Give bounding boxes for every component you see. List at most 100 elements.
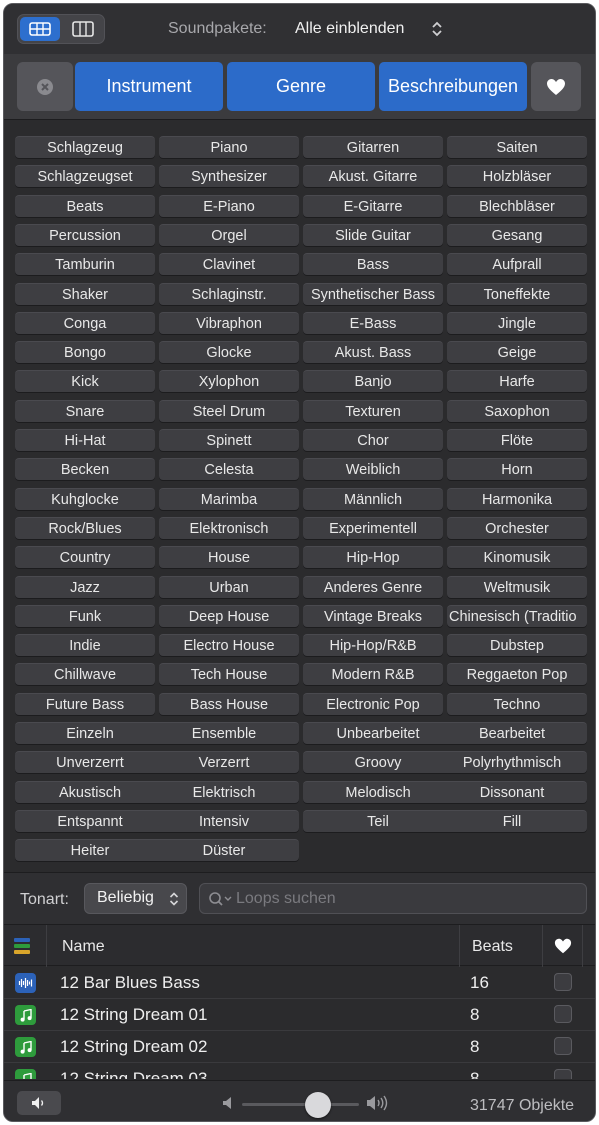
- genre-mode-button[interactable]: Genre: [227, 62, 375, 111]
- favorite-checkbox[interactable]: [554, 1005, 572, 1023]
- keyword-button[interactable]: Urban: [159, 576, 299, 598]
- keyword-button[interactable]: House: [159, 546, 299, 568]
- keyword-button[interactable]: Future Bass: [15, 693, 155, 715]
- keyword-button[interactable]: Chor: [303, 429, 443, 451]
- keyword-button[interactable]: Vintage Breaks: [303, 605, 443, 627]
- keyword-button[interactable]: Hi-Hat: [15, 429, 155, 451]
- descriptor-label[interactable]: Elektrisch: [157, 785, 291, 801]
- keyword-button[interactable]: Bass House: [159, 693, 299, 715]
- keyword-button[interactable]: Weltmusik: [447, 576, 587, 598]
- keyword-button[interactable]: Weiblich: [303, 458, 443, 480]
- keyword-button[interactable]: Holzbläser: [447, 165, 587, 187]
- browser-view-button[interactable]: [20, 17, 60, 41]
- heart-icon[interactable]: [554, 937, 572, 955]
- keyword-button[interactable]: Akust. Bass: [303, 341, 443, 363]
- descriptor-pair-button[interactable]: Entspannt Intensiv: [15, 810, 299, 832]
- keyword-button[interactable]: Tamburin: [15, 253, 155, 275]
- keyword-button[interactable]: Horn: [447, 458, 587, 480]
- descriptor-label[interactable]: Bearbeitet: [445, 726, 579, 742]
- keyword-button[interactable]: Spinett: [159, 429, 299, 451]
- keyword-button[interactable]: Tech House: [159, 663, 299, 685]
- keyword-button[interactable]: Conga: [15, 312, 155, 334]
- keyword-button[interactable]: Gesang: [447, 224, 587, 246]
- descriptor-pair-button[interactable]: Groovy Polyrhythmisch: [303, 751, 587, 773]
- keyword-button[interactable]: Elektronisch: [159, 517, 299, 539]
- keyword-button[interactable]: Jingle: [447, 312, 587, 334]
- descriptor-label[interactable]: Entspannt: [23, 814, 157, 830]
- keyword-button[interactable]: Synthesizer: [159, 165, 299, 187]
- descriptor-label[interactable]: Unbearbeitet: [311, 726, 445, 742]
- clear-filter-button[interactable]: [17, 62, 73, 111]
- loop-type-icon[interactable]: [14, 937, 30, 955]
- favorite-checkbox[interactable]: [554, 1069, 572, 1079]
- keyword-button[interactable]: Rock/Blues: [15, 517, 155, 539]
- keyword-button[interactable]: Percussion: [15, 224, 155, 246]
- list-item[interactable]: 12 String Dream 03 8: [4, 1063, 595, 1079]
- search-field[interactable]: [199, 883, 587, 914]
- descriptor-label[interactable]: Teil: [311, 814, 445, 830]
- descriptor-label[interactable]: Düster: [157, 843, 291, 859]
- keyword-button[interactable]: Techno: [447, 693, 587, 715]
- keyword-button[interactable]: Steel Drum: [159, 400, 299, 422]
- keyword-button[interactable]: Clavinet: [159, 253, 299, 275]
- keyword-button[interactable]: Orchester: [447, 517, 587, 539]
- descriptor-pair-button[interactable]: Unbearbeitet Bearbeitet: [303, 722, 587, 744]
- keyword-button[interactable]: Blechbläser: [447, 195, 587, 217]
- descriptor-label[interactable]: Dissonant: [445, 785, 579, 801]
- keyword-button[interactable]: Chillwave: [15, 663, 155, 685]
- list-item[interactable]: 12 Bar Blues Bass 16: [4, 967, 595, 999]
- key-select[interactable]: Beliebig: [84, 883, 187, 914]
- keyword-button[interactable]: Vibraphon: [159, 312, 299, 334]
- keyword-button[interactable]: Kuhglocke: [15, 488, 155, 510]
- keyword-button[interactable]: Gitarren: [303, 136, 443, 158]
- favorite-checkbox[interactable]: [554, 973, 572, 991]
- descriptor-pair-button[interactable]: Unverzerrt Verzerrt: [15, 751, 299, 773]
- keyword-button[interactable]: Dubstep: [447, 634, 587, 656]
- list-item[interactable]: 12 String Dream 02 8: [4, 1031, 595, 1063]
- keyword-button[interactable]: Chinesisch (Traditio: [447, 605, 587, 627]
- keyword-button[interactable]: Shaker: [15, 283, 155, 305]
- keyword-button[interactable]: Indie: [15, 634, 155, 656]
- keyword-button[interactable]: Aufprall: [447, 253, 587, 275]
- search-input[interactable]: [236, 888, 576, 910]
- keyword-button[interactable]: Anderes Genre: [303, 576, 443, 598]
- keyword-button[interactable]: Glocke: [159, 341, 299, 363]
- keyword-button[interactable]: Electronic Pop: [303, 693, 443, 715]
- descriptor-pair-button[interactable]: Heiter Düster: [15, 839, 299, 861]
- keyword-button[interactable]: Slide Guitar: [303, 224, 443, 246]
- keyword-button[interactable]: Toneffekte: [447, 283, 587, 305]
- volume-slider[interactable]: [242, 1092, 359, 1118]
- keyword-button[interactable]: Flöte: [447, 429, 587, 451]
- favorites-filter-button[interactable]: [531, 62, 581, 111]
- descriptor-pair-button[interactable]: Einzeln Ensemble: [15, 722, 299, 744]
- descriptor-label[interactable]: Unverzerrt: [23, 755, 157, 771]
- descriptor-pair-button[interactable]: Melodisch Dissonant: [303, 781, 587, 803]
- preview-volume-button[interactable]: [17, 1091, 61, 1115]
- descriptor-label[interactable]: Groovy: [311, 755, 445, 771]
- keyword-button[interactable]: Hip-Hop: [303, 546, 443, 568]
- keyword-button[interactable]: E-Piano: [159, 195, 299, 217]
- soundpacks-select[interactable]: Alle einblenden: [295, 20, 404, 38]
- keyword-button[interactable]: Becken: [15, 458, 155, 480]
- keyword-button[interactable]: Country: [15, 546, 155, 568]
- keyword-button[interactable]: Kick: [15, 370, 155, 392]
- keyword-button[interactable]: Texturen: [303, 400, 443, 422]
- keyword-button[interactable]: Schlagzeug: [15, 136, 155, 158]
- favorite-checkbox[interactable]: [554, 1037, 572, 1055]
- descriptor-label[interactable]: Einzeln: [23, 726, 157, 742]
- instrument-mode-button[interactable]: Instrument: [75, 62, 223, 111]
- keyword-button[interactable]: Beats: [15, 195, 155, 217]
- keyword-button[interactable]: Akust. Gitarre: [303, 165, 443, 187]
- keyword-button[interactable]: Schlagzeugset: [15, 165, 155, 187]
- descriptor-label[interactable]: Melodisch: [311, 785, 445, 801]
- keyword-button[interactable]: E-Gitarre: [303, 195, 443, 217]
- keyword-button[interactable]: Deep House: [159, 605, 299, 627]
- descriptor-pair-button[interactable]: Teil Fill: [303, 810, 587, 832]
- keyword-button[interactable]: Reggaeton Pop: [447, 663, 587, 685]
- descriptor-label[interactable]: Verzerrt: [157, 755, 291, 771]
- list-item[interactable]: 12 String Dream 01 8: [4, 999, 595, 1031]
- keyword-button[interactable]: Jazz: [15, 576, 155, 598]
- descriptor-label[interactable]: Polyrhythmisch: [445, 755, 579, 771]
- keyword-button[interactable]: Männlich: [303, 488, 443, 510]
- keyword-button[interactable]: Synthetischer Bass: [303, 283, 443, 305]
